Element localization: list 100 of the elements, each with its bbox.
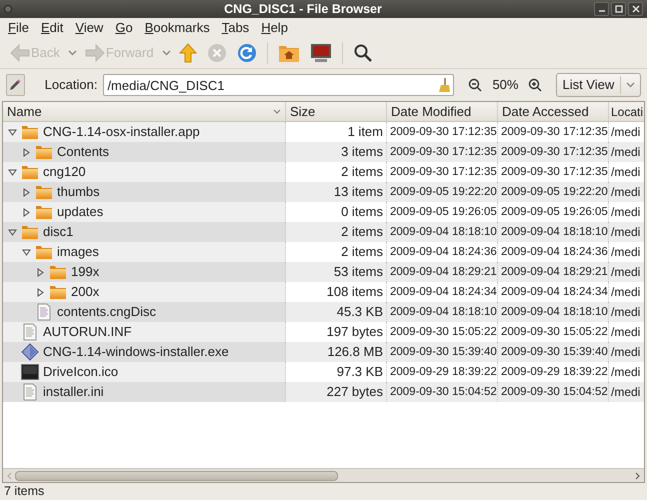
file-name: DriveIcon.ico — [43, 363, 118, 382]
menu-item[interactable]: Go — [109, 18, 139, 38]
menu-item[interactable]: Help — [255, 18, 294, 38]
file-name: installer.ini — [43, 383, 104, 402]
file-name: images — [57, 243, 99, 262]
file-location: /medi — [611, 384, 640, 401]
date-modified: 2009-09-04 18:24:36 — [390, 245, 497, 260]
status-text: 7 items — [4, 483, 44, 500]
date-modified: 2009-09-05 19:22:20 — [390, 185, 497, 200]
folder-icon — [35, 204, 53, 220]
date-modified: 2009-09-04 18:24:34 — [390, 285, 497, 300]
file-name: Contents — [57, 143, 110, 162]
close-button[interactable] — [628, 2, 643, 16]
file-location: /medi — [611, 324, 640, 341]
date-accessed: 2009-09-04 18:18:10 — [501, 305, 608, 320]
date-modified: 2009-09-29 18:39:22 — [390, 365, 497, 380]
document-icon — [23, 383, 37, 401]
file-row[interactable]: cng120 2 items 2009-09-30 17:12:35 2009-09-30 17:12:35 /medi — [3, 162, 644, 182]
file-name: cng120 — [43, 163, 86, 182]
date-accessed: 2009-09-30 15:39:40 — [501, 345, 608, 360]
column-header[interactable]: Name — [3, 102, 286, 121]
menu-item[interactable]: Tabs — [216, 18, 256, 38]
file-row[interactable]: Contents 3 items 2009-09-30 17:12:35 2009-09-30 17:12:35 /medi — [3, 142, 644, 162]
file-location: /medi — [611, 284, 640, 301]
column-header[interactable]: Size — [286, 102, 387, 121]
menu-item[interactable]: View — [69, 18, 110, 38]
date-modified: 2009-09-30 15:39:40 — [390, 345, 497, 360]
file-size: 108 items — [326, 283, 383, 302]
file-row[interactable]: updates 0 items 2009-09-05 19:26:05 2009-09-05 19:26:05 /medi — [3, 202, 644, 222]
folder-icon — [35, 184, 53, 200]
file-row[interactable]: CNG-1.14-osx-installer.app 1 item 2009-09-30 17:12:35 2009-09-30 17:12:35 /medi — [3, 122, 644, 142]
expanded-triangle-icon[interactable] — [8, 128, 16, 136]
file-row[interactable]: disc1 2 items 2009-09-04 18:18:10 2009-09-04 18:18:10 /medi — [3, 222, 644, 242]
date-modified: 2009-09-05 19:26:05 — [390, 205, 497, 220]
file-row[interactable]: 200x 108 items 2009-09-04 18:24:34 2009-09-04 18:24:34 /medi — [3, 282, 644, 302]
date-accessed: 2009-09-04 18:29:21 — [501, 265, 608, 280]
file-row[interactable]: images 2 items 2009-09-04 18:24:36 2009-09-04 18:24:36 /medi — [3, 242, 644, 262]
view-select[interactable]: List View — [556, 73, 641, 97]
expanded-triangle-icon[interactable] — [22, 248, 30, 256]
file-row[interactable]: AUTORUN.INF 197 bytes 2009-09-30 15:05:22 2009-09-30 15:05:22 /medi — [3, 322, 644, 342]
file-row[interactable]: 199x 53 items 2009-09-04 18:29:21 2009-09-04 18:29:21 /medi — [3, 262, 644, 282]
file-size: 2 items — [341, 223, 383, 242]
reload-icon — [236, 43, 257, 63]
minimize-button[interactable] — [594, 2, 609, 16]
pencil-icon — [8, 78, 22, 92]
file-name: CNG-1.14-osx-installer.app — [43, 123, 200, 142]
date-modified: 2009-09-04 18:18:10 — [390, 305, 497, 320]
column-header[interactable]: Date Modified — [387, 102, 498, 121]
file-row[interactable]: thumbs 13 items 2009-09-05 19:22:20 2009-09-05 19:22:20 /medi — [3, 182, 644, 202]
collapsed-triangle-icon[interactable] — [22, 208, 30, 216]
file-size: 126.8 MB — [327, 343, 383, 362]
window-menu-icon[interactable] — [4, 5, 12, 13]
menu-item[interactable]: Edit — [34, 18, 70, 38]
file-row[interactable]: CNG-1.14-windows-installer.exe 126.8 MB 2009-09-30 15:39:40 2009-09-30 15:39:40 /medi — [3, 342, 644, 362]
date-modified: 2009-09-30 17:12:35 — [390, 165, 497, 180]
collapsed-triangle-icon[interactable] — [36, 288, 44, 296]
file-location: /medi — [611, 264, 640, 281]
folder-icon — [21, 124, 39, 140]
collapsed-triangle-icon[interactable] — [22, 148, 30, 156]
file-row[interactable]: contents.cngDisc 45.3 KB 2009-09-04 18:18:10 2009-09-04 18:18:10 /medi — [3, 302, 644, 322]
forward-arrow-icon — [84, 44, 105, 62]
file-row[interactable]: installer.ini 227 bytes 2009-09-30 15:04:52 2009-09-30 15:04:52 /medi — [3, 382, 644, 402]
horizontal-scrollbar[interactable] — [3, 468, 644, 482]
date-accessed: 2009-09-04 18:24:36 — [501, 245, 608, 260]
document-icon — [23, 323, 37, 341]
column-header[interactable]: Locati — [609, 102, 644, 121]
file-name: 199x — [71, 263, 100, 282]
file-size: 3 items — [341, 143, 383, 162]
maximize-button[interactable] — [611, 2, 626, 16]
location-field[interactable]: /media/CNG_DISC1 — [103, 74, 454, 96]
date-accessed: 2009-09-30 15:04:52 — [501, 385, 608, 400]
file-row[interactable]: DriveIcon.ico 97.3 KB 2009-09-29 18:39:22 2009-09-29 18:39:22 /medi — [3, 362, 644, 382]
collapsed-triangle-icon[interactable] — [22, 188, 30, 196]
file-location: /medi — [611, 204, 640, 221]
date-accessed: 2009-09-30 17:12:35 — [501, 145, 608, 160]
menu-item[interactable]: File — [2, 18, 35, 38]
edit-location-button[interactable] — [6, 74, 25, 96]
date-accessed: 2009-09-29 18:39:22 — [501, 365, 608, 380]
search-icon — [352, 43, 373, 63]
file-size: 2 items — [341, 243, 383, 262]
expanded-triangle-icon[interactable] — [8, 168, 16, 176]
collapsed-triangle-icon[interactable] — [36, 268, 44, 276]
scrollbar-thumb[interactable] — [15, 470, 338, 480]
scroll-right-icon[interactable] — [635, 472, 641, 480]
menu-item[interactable]: Bookmarks — [138, 18, 216, 38]
file-size: 45.3 KB — [336, 303, 383, 322]
file-size: 197 bytes — [326, 323, 383, 342]
zoom-out-button[interactable] — [468, 78, 482, 92]
date-accessed: 2009-09-05 19:22:20 — [501, 185, 608, 200]
file-size: 13 items — [334, 183, 383, 202]
file-name: updates — [57, 203, 104, 222]
dark-square-icon — [21, 364, 39, 380]
column-header[interactable]: Date Accessed — [498, 102, 609, 121]
home-folder-icon — [278, 43, 300, 63]
zoom-in-button[interactable] — [528, 78, 542, 92]
expanded-triangle-icon[interactable] — [8, 228, 16, 236]
broom-icon[interactable] — [438, 77, 450, 93]
diamond-icon — [21, 343, 39, 361]
file-location: /medi — [611, 344, 640, 361]
file-size: 97.3 KB — [336, 363, 383, 382]
